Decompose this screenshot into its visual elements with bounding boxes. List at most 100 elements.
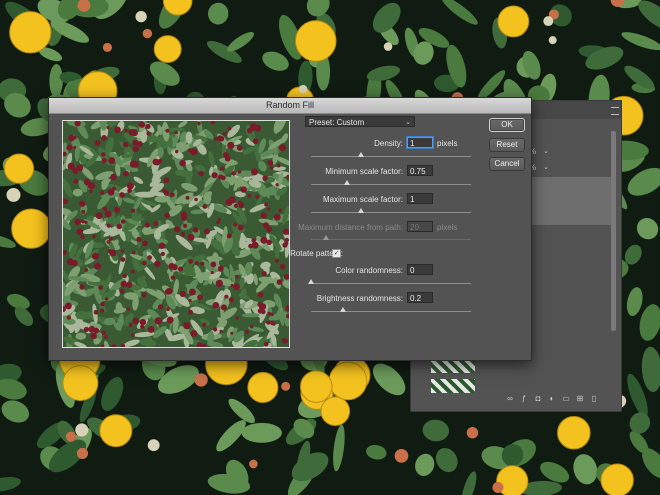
max-scale-slider-thumb[interactable] xyxy=(358,208,364,213)
cancel-button[interactable]: Cancel xyxy=(489,157,525,171)
preview-berry xyxy=(144,222,150,228)
max-distance-input: 20 xyxy=(407,221,433,232)
brightness-randomness-label: Brightness randomness: xyxy=(316,294,403,303)
preview-berry xyxy=(237,200,243,206)
min-scale-slider[interactable] xyxy=(311,184,471,185)
preview-berry xyxy=(274,258,280,263)
trash-icon[interactable]: ▯ xyxy=(590,395,598,403)
preview-berry xyxy=(94,140,101,146)
min-scale-slider-thumb[interactable] xyxy=(344,180,350,185)
preview-berry xyxy=(136,236,142,243)
preview-berry xyxy=(257,308,263,314)
preview-berry xyxy=(210,261,217,268)
lemon xyxy=(497,5,530,38)
preview-berry xyxy=(110,173,117,181)
preview-berry xyxy=(231,171,237,176)
preview-berry xyxy=(81,209,86,214)
selected-layer-row[interactable] xyxy=(531,177,611,225)
preview-berry xyxy=(98,285,104,290)
preview-berry xyxy=(273,213,281,221)
density-slider[interactable] xyxy=(311,156,471,157)
panel-menu-icon[interactable] xyxy=(611,107,619,115)
link-icon[interactable]: ∞ xyxy=(506,395,514,403)
adjustment-icon[interactable]: ◐ xyxy=(548,395,556,403)
preview-berry xyxy=(267,160,274,166)
ok-button[interactable]: OK xyxy=(489,118,525,132)
preview-berry xyxy=(174,226,181,233)
density-slider-thumb[interactable] xyxy=(358,152,364,157)
preview-berry xyxy=(193,227,199,233)
preview-berry xyxy=(158,242,166,249)
brightness-randomness-input[interactable]: 0.2 xyxy=(407,292,433,303)
preview-berry xyxy=(142,240,148,247)
preview-berry xyxy=(219,329,223,333)
preview-berry xyxy=(102,206,107,212)
preview-berry xyxy=(179,159,186,167)
chevron-down-icon[interactable]: ⌄ xyxy=(543,163,549,171)
berry xyxy=(76,447,89,459)
preview-berry xyxy=(101,152,106,157)
preview-berry xyxy=(119,192,125,198)
random-fill-dialog: Random Fill Preset: Custom ⌄ Density: 1 … xyxy=(48,97,532,361)
folder-icon[interactable]: ▭ xyxy=(562,395,570,403)
preview-berry xyxy=(236,145,243,151)
berry xyxy=(194,373,208,387)
brightness-randomness-slider-thumb[interactable] xyxy=(340,307,346,312)
preview-berry xyxy=(154,317,162,325)
mask-icon[interactable]: ◘ xyxy=(534,395,542,403)
layers-scrollbar[interactable] xyxy=(611,131,616,331)
preview-berry xyxy=(74,121,81,127)
preview-berry xyxy=(122,141,129,148)
preview-berry xyxy=(153,221,159,226)
preview-berry xyxy=(147,255,152,260)
berry xyxy=(383,42,393,51)
preview-berry xyxy=(101,330,106,336)
preview-berry xyxy=(132,317,140,325)
preview-berry xyxy=(213,327,218,332)
preview-berry xyxy=(157,304,164,310)
preview-berry xyxy=(200,261,205,266)
preview-berry xyxy=(164,289,170,295)
preview-berry xyxy=(88,325,96,333)
preview-berry xyxy=(132,145,140,153)
preview-berry xyxy=(188,288,196,296)
preview-berry xyxy=(222,131,227,136)
new-layer-icon[interactable]: ⊞ xyxy=(576,395,584,403)
preview-berry xyxy=(152,158,159,166)
reset-button[interactable]: Reset xyxy=(489,138,525,152)
layer-thumbnail[interactable] xyxy=(431,359,475,373)
max-scale-slider[interactable] xyxy=(311,212,471,213)
preview-berry xyxy=(100,344,105,347)
preview-berry xyxy=(81,219,85,224)
preview-berry xyxy=(266,320,271,325)
preview-berry xyxy=(160,251,165,256)
fx-icon[interactable]: ƒ xyxy=(520,395,528,403)
preview-berry xyxy=(178,266,184,272)
preset-select[interactable]: Preset: Custom ⌄ xyxy=(305,116,415,127)
preview-berry xyxy=(281,338,287,344)
density-input[interactable]: 1 xyxy=(407,137,433,148)
color-randomness-input[interactable]: 0 xyxy=(407,264,433,275)
color-randomness-slider-thumb[interactable] xyxy=(308,279,314,284)
min-scale-label: Minimum scale factor: xyxy=(325,167,403,176)
color-randomness-slider[interactable] xyxy=(311,283,471,284)
chevron-down-icon[interactable]: ⌄ xyxy=(543,147,549,155)
brightness-randomness-slider[interactable] xyxy=(311,311,471,312)
preview-berry xyxy=(251,168,258,176)
preview-berry xyxy=(188,309,193,315)
lemon xyxy=(600,463,634,495)
density-label: Density: xyxy=(374,139,403,148)
max-scale-input[interactable]: 1 xyxy=(407,193,433,204)
lemon xyxy=(62,365,99,402)
preview-berry xyxy=(139,318,147,326)
preview-berry xyxy=(63,249,67,256)
layer-thumbnail[interactable] xyxy=(431,379,475,393)
preview-berry xyxy=(83,326,89,332)
preview-berry xyxy=(114,126,121,134)
lemon xyxy=(3,153,35,184)
min-scale-input[interactable]: 0.75 xyxy=(407,165,433,176)
preview-berry xyxy=(263,341,269,347)
preview-berry xyxy=(228,196,236,204)
preview-berry xyxy=(104,335,109,339)
pattern-preview xyxy=(62,120,290,348)
